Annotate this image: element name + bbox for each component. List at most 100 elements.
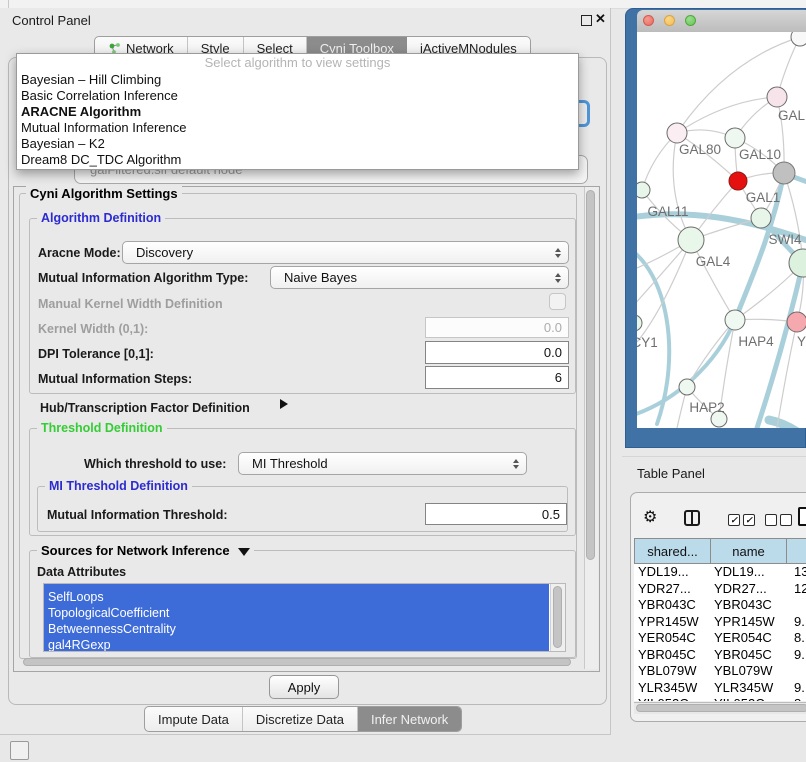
manual-kernel-checkbox[interactable] [549, 293, 566, 310]
column-header-third[interactable] [786, 538, 806, 564]
column-header-name[interactable]: name [710, 538, 787, 564]
dropdown-item[interactable]: Mutual Information Inference [17, 120, 578, 136]
settings-horizontal-scrollbar[interactable] [15, 658, 581, 667]
network-node[interactable] [767, 87, 787, 107]
list-vertical-scrollbar[interactable] [550, 584, 565, 651]
mi-steps-input[interactable]: 6 [425, 366, 569, 389]
tab-discretize-data-label: Discretize Data [256, 712, 344, 727]
list-item[interactable]: BetweennessCentrality [44, 621, 549, 637]
control-panel-window: Control Panel ✕ Network Style Select Cyn… [0, 8, 611, 735]
mi-steps-label: Mutual Information Steps: [38, 372, 192, 386]
manual-kernel-label: Manual Kernel Width Definition [38, 297, 223, 311]
table-row[interactable]: YIL052CYIL052C8. [634, 696, 806, 701]
scrollbar-thumb[interactable] [23, 658, 571, 666]
dock-panel-button[interactable] [10, 741, 29, 760]
table-row[interactable]: YDL19...YDL19...13 [634, 564, 806, 581]
network-edge [769, 420, 806, 428]
dpi-tolerance-value: 0.0 [544, 345, 562, 360]
mi-type-value: Naive Bayes [284, 270, 357, 285]
select-all-icon[interactable]: ✓✓ [728, 514, 755, 526]
table-row[interactable]: YBR043CYBR043C [634, 597, 806, 614]
algorithm-dropdown: Select algorithm to view settings Bayesi… [16, 53, 579, 170]
network-node[interactable] [787, 312, 806, 332]
combo-spinner-icon [555, 273, 561, 283]
float-window-button[interactable] [581, 15, 592, 26]
network-node[interactable] [637, 182, 650, 198]
network-edge [677, 97, 777, 133]
tab-discretize-data[interactable]: Discretize Data [243, 707, 358, 731]
deselect-all-icon[interactable] [765, 514, 792, 526]
close-window-icon[interactable] [643, 15, 654, 26]
data-attributes-list: SelfLoops TopologicalCoefficient Between… [43, 583, 566, 652]
network-window-titlebar[interactable] [637, 10, 806, 33]
sources-title: Sources for Network Inference [37, 543, 254, 558]
combo-spinner-icon [513, 459, 519, 469]
mi-threshold-label: Mutual Information Threshold: [47, 508, 228, 522]
dropdown-item[interactable]: Basic Correlation Inference [17, 88, 578, 104]
network-node[interactable] [725, 310, 745, 330]
network-node[interactable] [725, 128, 745, 148]
kernel-width-label: Kernel Width (0,1): [38, 322, 148, 336]
dpi-tolerance-label: DPI Tolerance [0,1]: [38, 347, 154, 361]
table-row[interactable]: YER054CYER054C8. [634, 630, 806, 647]
gear-icon[interactable]: ⚙ [643, 507, 657, 527]
list-item[interactable]: gal4RGexp [44, 637, 549, 652]
which-threshold-combo[interactable]: MI Threshold [238, 452, 527, 475]
close-panel-button[interactable]: ✕ [595, 11, 606, 27]
dropdown-item[interactable]: Dream8 DC_TDC Algorithm [17, 152, 578, 168]
tab-impute-data[interactable]: Impute Data [145, 707, 243, 731]
table-row[interactable]: YBL079WYBL079W [634, 663, 806, 680]
scrollbar-thumb[interactable] [586, 190, 595, 560]
table-row[interactable]: YLR345WYLR345W9. [634, 680, 806, 697]
list-item[interactable]: SelfLoops [44, 589, 549, 605]
network-node[interactable] [678, 227, 704, 253]
aracne-mode-combo[interactable]: Discovery [122, 241, 569, 264]
network-canvas[interactable]: GAL GAL80 GAL10 GAL1 GAL11 SWI4 GAL4 HAP… [637, 32, 806, 428]
mi-type-combo[interactable]: Naive Bayes [270, 266, 569, 289]
list-item[interactable]: TopologicalCoefficient [44, 605, 549, 621]
dpi-tolerance-input[interactable]: 0.0 [425, 341, 569, 364]
scrollbar-thumb[interactable] [636, 704, 806, 712]
kernel-width-input[interactable]: 0.0 [425, 317, 569, 338]
node-label: HAP2 [689, 400, 724, 415]
which-threshold-label: Which threshold to use: [84, 457, 226, 471]
network-node[interactable] [637, 315, 642, 331]
threshold-definition-title: Threshold Definition [37, 421, 167, 435]
mi-threshold-input[interactable]: 0.5 [425, 503, 567, 525]
dropdown-item[interactable]: Bayesian – K2 [17, 136, 578, 152]
apply-button[interactable]: Apply [269, 675, 339, 699]
node-label: HAP4 [738, 334, 774, 349]
node-label: GAL1 [746, 190, 781, 205]
table-row[interactable]: YPR145WYPR145W9. [634, 614, 806, 631]
algorithm-definition-title: Algorithm Definition [37, 211, 165, 225]
dropdown-item-selected[interactable]: ARACNE Algorithm [17, 104, 578, 120]
network-node[interactable] [729, 172, 747, 190]
settings-vertical-scrollbar[interactable] [584, 187, 598, 669]
collapse-down-icon[interactable] [238, 548, 250, 556]
scrollbar-thumb[interactable] [553, 586, 562, 648]
dropdown-item[interactable]: Bayesian – Hill Climbing [17, 72, 578, 88]
zoom-window-icon[interactable] [685, 15, 696, 26]
table-row[interactable]: YBR045CYBR045C9. [634, 647, 806, 664]
column-header-shared[interactable]: shared... [634, 538, 711, 564]
bottom-tabbar: Impute Data Discretize Data Infer Networ… [144, 706, 462, 732]
expander-right-icon[interactable] [280, 399, 288, 409]
network-node[interactable] [751, 208, 771, 228]
table-horizontal-scrollbar[interactable] [634, 702, 806, 714]
network-node[interactable] [679, 379, 695, 395]
network-node[interactable] [791, 32, 806, 46]
combo-spinner-icon [555, 248, 561, 258]
tab-infer-network[interactable]: Infer Network [358, 707, 461, 731]
table-row[interactable]: YDR27...YDR27...12 [634, 581, 806, 598]
table-panel-container: ⚙ ✓✓ shared... name YDL19...YDL19...13 Y… [630, 492, 806, 722]
control-panel-title: Control Panel [12, 13, 91, 28]
hub-definition-label: Hub/Transcription Factor Definition [40, 401, 250, 415]
network-node[interactable] [773, 162, 795, 184]
algorithm-dropdown-hint: Select algorithm to view settings [17, 54, 578, 72]
data-attributes-label: Data Attributes [37, 565, 126, 579]
split-view-icon[interactable] [684, 510, 700, 526]
network-node[interactable] [667, 123, 687, 143]
minimize-window-icon[interactable] [664, 15, 675, 26]
document-icon[interactable] [798, 507, 806, 526]
table-toolbar: ⚙ ✓✓ [631, 493, 806, 537]
